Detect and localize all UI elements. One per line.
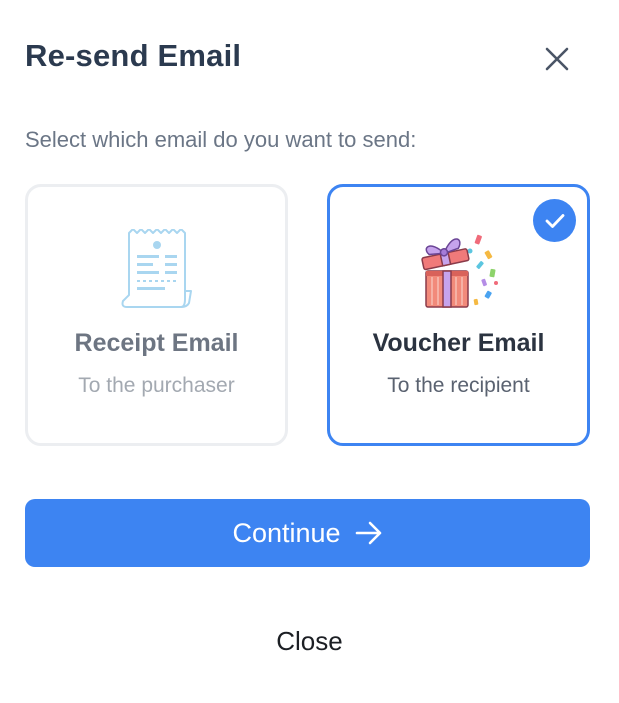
close-icon[interactable] bbox=[540, 42, 574, 76]
receipt-email-label: Receipt Email bbox=[74, 329, 239, 357]
continue-button[interactable]: Continue bbox=[25, 499, 590, 567]
close-button[interactable]: Close bbox=[0, 626, 619, 657]
voucher-email-option[interactable]: Voucher Email To the recipient bbox=[327, 184, 590, 446]
arrow-right-icon bbox=[355, 521, 381, 545]
voucher-email-label: Voucher Email bbox=[372, 329, 545, 357]
dialog-title: Re-send Email bbox=[25, 38, 242, 73]
receipt-icon bbox=[28, 229, 285, 311]
voucher-email-description: To the recipient bbox=[387, 374, 530, 397]
continue-button-label: Continue bbox=[232, 517, 341, 548]
receipt-email-option[interactable]: Receipt Email To the purchaser bbox=[25, 184, 288, 446]
gift-box-icon bbox=[330, 229, 587, 311]
receipt-email-description: To the purchaser bbox=[78, 374, 235, 397]
resend-email-dialog: Re-send Email Select which email do you … bbox=[0, 0, 619, 703]
dialog-subtitle: Select which email do you want to send: bbox=[25, 127, 417, 152]
